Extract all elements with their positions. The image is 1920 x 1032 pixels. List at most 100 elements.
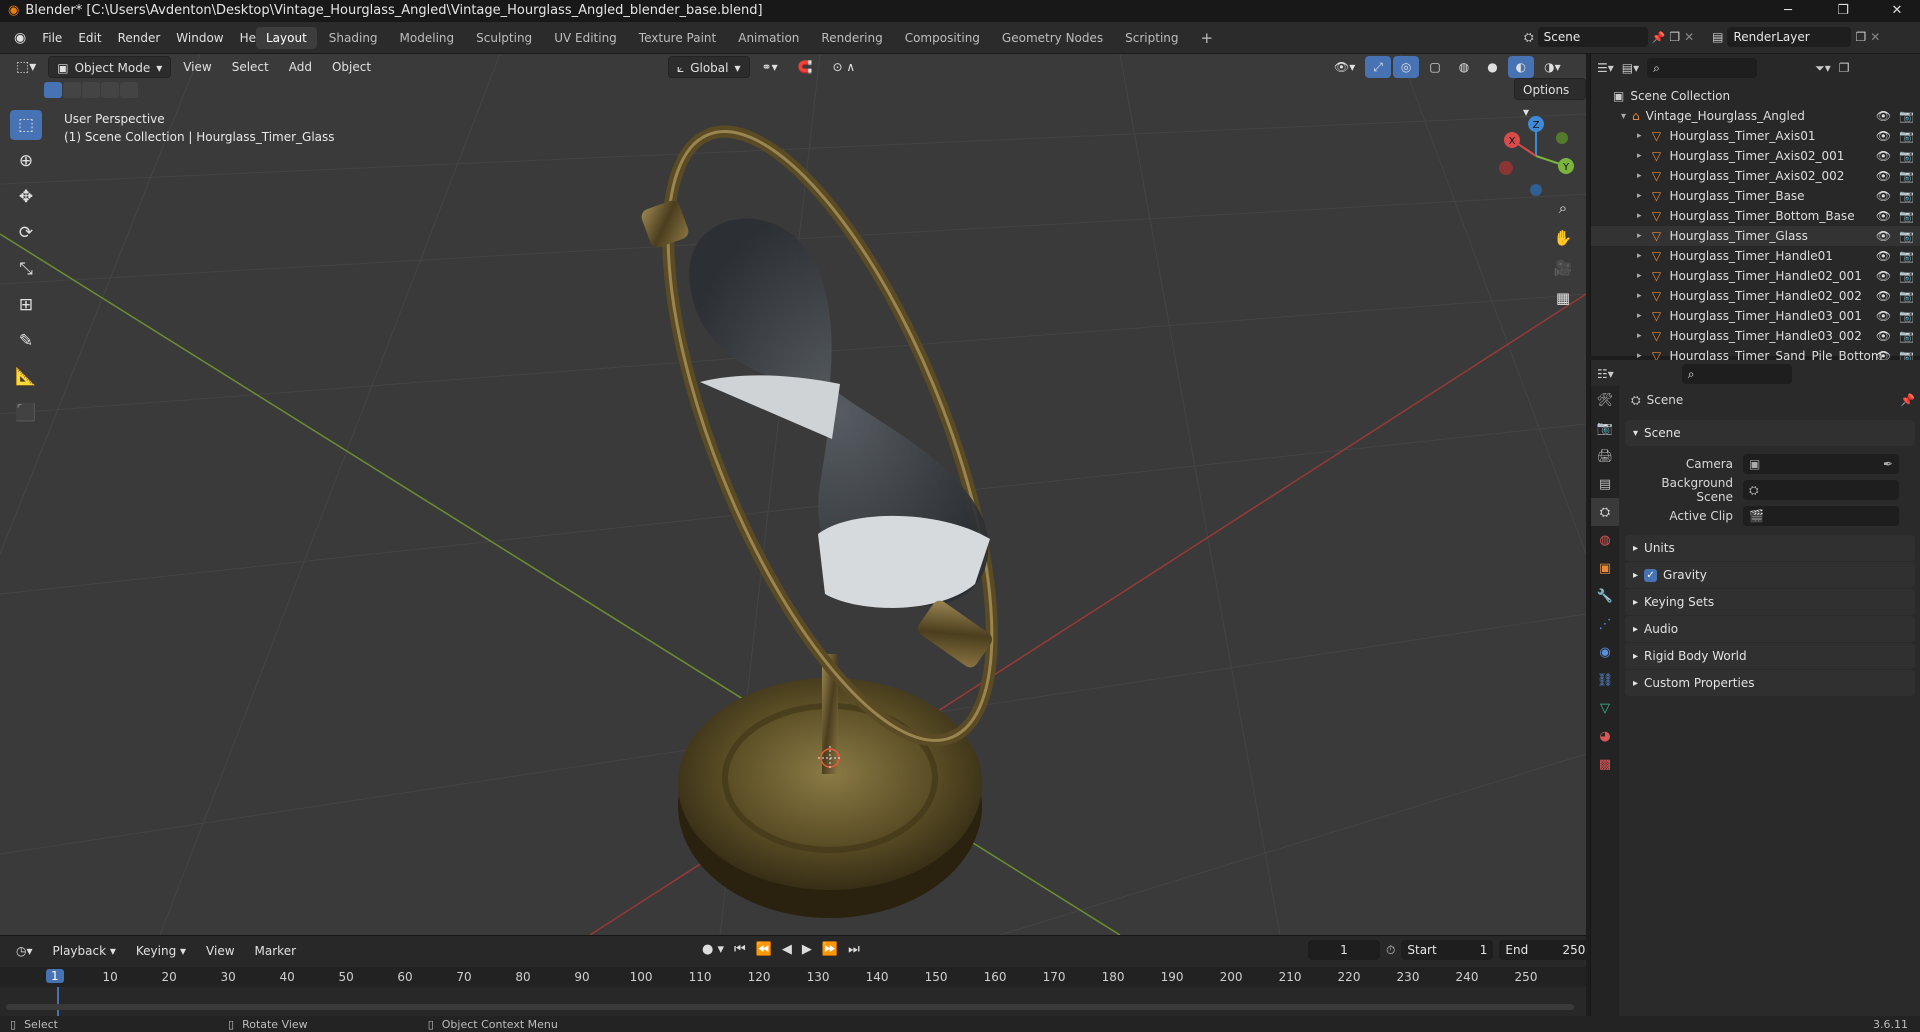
constraints-tab-icon[interactable]: ⛓ bbox=[1591, 666, 1619, 694]
new-collection-icon[interactable]: ❐ bbox=[1839, 61, 1850, 75]
minimize-button[interactable]: ─ bbox=[1765, 0, 1811, 22]
expand-icon[interactable]: ▾ bbox=[1621, 111, 1626, 122]
close-button[interactable]: ✕ bbox=[1874, 0, 1920, 22]
gravity-checkbox[interactable]: ✓ bbox=[1644, 568, 1658, 582]
units-panel-header[interactable]: ▸ Units bbox=[1625, 535, 1915, 561]
render-camera-icon[interactable]: 📷 bbox=[1899, 329, 1914, 343]
particles-tab-icon[interactable]: ⋰ bbox=[1591, 610, 1619, 638]
start-frame-field[interactable]: Start 1 bbox=[1401, 940, 1494, 960]
custom-properties-panel-header[interactable]: ▸ Custom Properties bbox=[1625, 670, 1915, 696]
render-camera-icon[interactable]: 📷 bbox=[1899, 229, 1914, 243]
view-menu[interactable]: View bbox=[175, 56, 219, 78]
visibility-eye-icon[interactable]: 👁 bbox=[1876, 209, 1891, 223]
outliner-item[interactable]: ▸ ▽ Hourglass_Timer_Glass 👁 📷 bbox=[1591, 226, 1920, 246]
select-intersect-icon[interactable] bbox=[120, 82, 138, 98]
tab-texture-paint[interactable]: Texture Paint bbox=[629, 27, 726, 49]
overlay-toggle-icon[interactable]: ◎ bbox=[1392, 56, 1420, 78]
filter-icon[interactable]: ⏷▾ bbox=[1815, 61, 1831, 76]
outliner-search-input[interactable]: ⌕ bbox=[1647, 58, 1758, 78]
new-view-layer-icon[interactable]: ❐ bbox=[1855, 30, 1866, 44]
gizmo-toggle-icon[interactable]: ⤢ bbox=[1365, 56, 1391, 78]
tab-uv-editing[interactable]: UV Editing bbox=[544, 27, 627, 49]
select-menu[interactable]: Select bbox=[224, 56, 277, 78]
scene-tab-icon[interactable]: ⛭ bbox=[1591, 498, 1619, 526]
end-frame-field[interactable]: End 250 bbox=[1499, 940, 1592, 960]
jump-keyframe-forward-icon[interactable]: ⏩ bbox=[822, 942, 838, 957]
render-camera-icon[interactable]: 📷 bbox=[1899, 189, 1914, 203]
solid-shading-icon[interactable]: ● bbox=[1479, 56, 1505, 78]
tool-tab-icon[interactable]: 🛠 bbox=[1591, 386, 1619, 414]
view-layer-tab-icon[interactable]: ▤ bbox=[1591, 470, 1619, 498]
outliner-item[interactable]: ▸ ▽ Hourglass_Timer_Handle03_001 👁 📷 bbox=[1591, 306, 1920, 326]
texture-tab-icon[interactable]: ▩ bbox=[1591, 750, 1619, 778]
world-tab-icon[interactable]: ◍ bbox=[1591, 526, 1619, 554]
select-invert-icon[interactable] bbox=[101, 82, 119, 98]
expand-icon[interactable]: ▸ bbox=[1637, 131, 1642, 141]
play-reverse-icon[interactable]: ◀ bbox=[782, 942, 792, 957]
current-frame-field[interactable]: 1 bbox=[1308, 940, 1380, 960]
menu-window[interactable]: Window bbox=[168, 22, 231, 54]
tab-sculpting[interactable]: Sculpting bbox=[466, 27, 542, 49]
mode-dropdown[interactable]: ▣ Object Mode ▾ bbox=[48, 56, 172, 78]
record-icon[interactable]: ● ▾ bbox=[702, 942, 724, 957]
properties-search-input[interactable]: ⌕ bbox=[1681, 364, 1792, 384]
visibility-eye-icon[interactable]: 👁 bbox=[1876, 269, 1891, 283]
pivot-icon[interactable]: ⚭▾ bbox=[754, 56, 786, 78]
expand-icon[interactable]: ▸ bbox=[1637, 151, 1642, 161]
timeline-editor-type-icon[interactable]: ◷▾ bbox=[8, 940, 41, 962]
collection-row[interactable]: ▾ ⌂ Vintage_Hourglass_Angled 👁 📷 bbox=[1591, 106, 1920, 126]
visibility-icon[interactable]: 👁▾ bbox=[1326, 56, 1363, 78]
options-dropdown[interactable]: Options ▾ bbox=[1514, 78, 1586, 119]
add-workspace-button[interactable]: + bbox=[1191, 27, 1224, 49]
tab-geometry-nodes[interactable]: Geometry Nodes bbox=[992, 27, 1113, 49]
menu-edit[interactable]: Edit bbox=[70, 22, 109, 54]
jump-keyframe-back-icon[interactable]: ⏪ bbox=[756, 942, 772, 957]
move-tool-icon[interactable]: ✥ bbox=[10, 182, 42, 212]
expand-icon[interactable]: ▸ bbox=[1637, 171, 1642, 181]
audio-panel-header[interactable]: ▸ Audio bbox=[1625, 616, 1915, 642]
physics-tab-icon[interactable]: ◉ bbox=[1591, 638, 1619, 666]
pin-icon[interactable]: 📌 bbox=[1652, 31, 1666, 44]
annotate-tool-icon[interactable]: ✎ bbox=[10, 326, 42, 356]
tab-modeling[interactable]: Modeling bbox=[390, 27, 465, 49]
menu-file[interactable]: File bbox=[34, 22, 70, 54]
xray-icon[interactable]: ▢ bbox=[1421, 56, 1448, 78]
render-camera-icon[interactable]: 📷 bbox=[1899, 309, 1914, 323]
zoom-icon[interactable]: ⌕ bbox=[1549, 194, 1577, 222]
visibility-eye-icon[interactable]: 👁 bbox=[1876, 149, 1891, 163]
add-menu[interactable]: Add bbox=[281, 56, 320, 78]
menu-render[interactable]: Render bbox=[110, 22, 169, 54]
rotate-tool-icon[interactable]: ⟳ bbox=[10, 218, 42, 248]
expand-icon[interactable]: ▸ bbox=[1637, 271, 1642, 281]
data-tab-icon[interactable]: ▽ bbox=[1591, 694, 1619, 722]
outliner-item[interactable]: ▸ ▽ Hourglass_Timer_Axis01 👁 📷 bbox=[1591, 126, 1920, 146]
snap-icon[interactable]: 🧲 bbox=[790, 56, 821, 78]
expand-icon[interactable]: ▸ bbox=[1637, 291, 1642, 301]
visibility-eye-icon[interactable]: 👁 bbox=[1876, 169, 1891, 183]
select-extend-icon[interactable] bbox=[63, 82, 81, 98]
timeline-view-menu[interactable]: View bbox=[198, 940, 242, 962]
visibility-eye-icon[interactable]: 👁 bbox=[1876, 189, 1891, 203]
navigation-gizmo[interactable]: Z Y X bbox=[1494, 114, 1578, 198]
scale-tool-icon[interactable]: ⤡ bbox=[10, 254, 42, 284]
outliner-item[interactable]: ▸ ▽ Hourglass_Timer_Axis02_001 👁 📷 bbox=[1591, 146, 1920, 166]
expand-icon[interactable]: ▸ bbox=[1637, 331, 1642, 341]
hourglass-model[interactable] bbox=[602, 92, 1059, 918]
select-subtract-icon[interactable] bbox=[82, 82, 100, 98]
render-camera-icon[interactable]: 📷 bbox=[1899, 269, 1914, 283]
render-camera-icon[interactable]: 📷 bbox=[1899, 169, 1914, 183]
timeline-scrollbar[interactable] bbox=[6, 1004, 1574, 1010]
render-camera-icon[interactable]: 📷 bbox=[1899, 129, 1914, 143]
select-box-tool-icon[interactable]: ⬚ bbox=[10, 110, 42, 140]
maximize-button[interactable]: ❐ bbox=[1820, 0, 1866, 22]
rendered-shading-icon[interactable]: ◑▾ bbox=[1536, 56, 1569, 78]
3d-viewport[interactable]: ⬚▾ ▣ Object Mode ▾ View Select Add Objec… bbox=[0, 54, 1586, 935]
camera-view-icon[interactable]: 🎥 bbox=[1549, 254, 1577, 282]
object-tab-icon[interactable]: ▣ bbox=[1591, 554, 1619, 582]
tab-scripting[interactable]: Scripting bbox=[1115, 27, 1188, 49]
expand-icon[interactable]: ▸ bbox=[1637, 191, 1642, 201]
tab-layout[interactable]: Layout bbox=[256, 27, 317, 49]
select-new-icon[interactable] bbox=[44, 82, 62, 98]
camera-field[interactable]: ▣ ✒ bbox=[1743, 454, 1899, 474]
modifier-tab-icon[interactable]: 🔧 bbox=[1591, 582, 1619, 610]
